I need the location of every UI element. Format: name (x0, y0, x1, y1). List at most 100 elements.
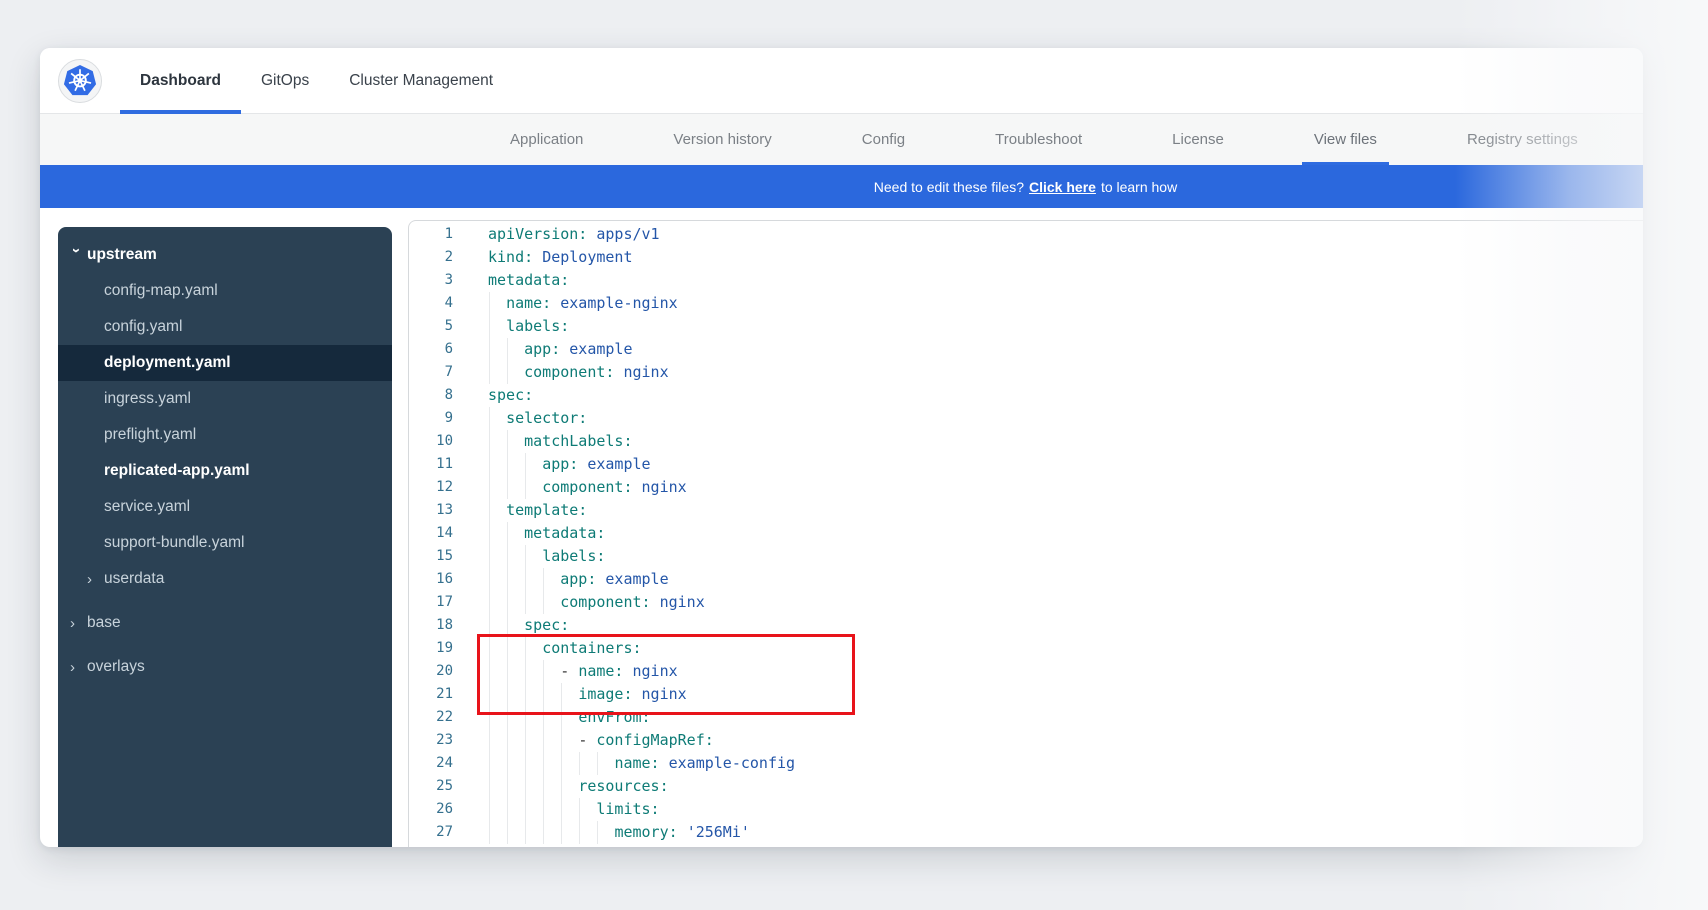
tab-application[interactable]: Application (498, 114, 595, 165)
line-number: 20 (409, 660, 453, 683)
code-line: 12 component: nginx (409, 476, 1643, 499)
tree-file-support-bundle-yaml[interactable]: support-bundle.yaml (58, 525, 392, 561)
code-line: 26 limits: (409, 798, 1643, 821)
tree-file-preflight-yaml[interactable]: preflight.yaml (58, 417, 392, 453)
tree-item-label: support-bundle.yaml (104, 534, 244, 552)
chevron-down-icon: › (68, 248, 85, 265)
indent-guide (525, 453, 526, 476)
tab-registry-settings[interactable]: Registry settings (1455, 114, 1590, 165)
tab-dashboard[interactable]: Dashboard (120, 48, 241, 114)
line-number: 4 (409, 292, 453, 315)
code-line: 6 app: example (409, 338, 1643, 361)
code-text: resources: (488, 775, 669, 798)
indent-guide (579, 821, 580, 844)
indent-guide (489, 798, 490, 821)
tree-item-label: replicated-app.yaml (104, 462, 250, 480)
indent-guide (561, 821, 562, 844)
indent-guide (507, 522, 508, 545)
code-line: 16 app: example (409, 568, 1643, 591)
line-number: 27 (409, 821, 453, 844)
top-navigation: DashboardGitOpsCluster Management (40, 48, 1643, 114)
tree-item-label: upstream (87, 246, 157, 264)
indent-guide (525, 752, 526, 775)
yaml-key: component: (524, 363, 614, 381)
code-line: 24 name: example-config (409, 752, 1643, 775)
indent-guide (525, 798, 526, 821)
line-number: 2 (409, 246, 453, 269)
code-text: memory: '256Mi' (488, 821, 750, 844)
yaml-key: spec: (524, 616, 569, 634)
tab-config[interactable]: Config (850, 114, 917, 165)
indent-guide (579, 752, 580, 775)
line-number: 26 (409, 798, 453, 821)
code-text: kind: Deployment (488, 246, 633, 269)
yaml-value: example-config (669, 754, 795, 772)
indent-guide (507, 545, 508, 568)
yaml-value: apps/v1 (596, 225, 659, 243)
indent-guide (507, 729, 508, 752)
tree-folder-base[interactable]: ›base (58, 605, 392, 641)
yaml-key: labels: (542, 547, 605, 565)
line-number: 21 (409, 683, 453, 706)
tree-folder-upstream[interactable]: ›upstream (58, 237, 392, 273)
tree-file-ingress-yaml[interactable]: ingress.yaml (58, 381, 392, 417)
primary-tabs: DashboardGitOpsCluster Management (120, 48, 513, 114)
line-number: 24 (409, 752, 453, 775)
tree-file-service-yaml[interactable]: service.yaml (58, 489, 392, 525)
banner-text-suffix: to learn how (1101, 179, 1177, 195)
tree-folder-userdata[interactable]: ›userdata (58, 561, 392, 597)
yaml-key: template: (506, 501, 587, 519)
indent-guide (489, 361, 490, 384)
tree-file-config-map-yaml[interactable]: config-map.yaml (58, 273, 392, 309)
tree-file-deployment-yaml[interactable]: deployment.yaml (58, 345, 392, 381)
code-line: 5 labels: (409, 315, 1643, 338)
line-number: 14 (409, 522, 453, 545)
indent-guide (543, 821, 544, 844)
indent-guide (489, 729, 490, 752)
tree-file-replicated-app-yaml[interactable]: replicated-app.yaml (58, 453, 392, 489)
tree-item-label: preflight.yaml (104, 426, 196, 444)
line-number: 18 (409, 614, 453, 637)
tab-troubleshoot[interactable]: Troubleshoot (983, 114, 1094, 165)
yaml-value: nginx (660, 593, 705, 611)
indent-guide (507, 591, 508, 614)
indent-guide (489, 522, 490, 545)
indent-guide (525, 821, 526, 844)
indent-guide (543, 591, 544, 614)
code-text: template: (488, 499, 587, 522)
code-line: 9 selector: (409, 407, 1643, 430)
page: DashboardGitOpsCluster Management Applic… (0, 0, 1708, 910)
yaml-value: nginx (642, 478, 687, 496)
indent-guide (489, 545, 490, 568)
yaml-value: example (605, 570, 668, 588)
tree-item-label: config-map.yaml (104, 282, 218, 300)
indent-guide (543, 775, 544, 798)
tab-cluster-management[interactable]: Cluster Management (329, 48, 513, 114)
chevron-right-icon: › (70, 615, 87, 632)
indent-guide (579, 798, 580, 821)
tree-file-config-yaml[interactable]: config.yaml (58, 309, 392, 345)
line-number: 13 (409, 499, 453, 522)
indent-guide (489, 407, 490, 430)
banner-click-here-link[interactable]: Click here (1029, 179, 1096, 195)
indent-guide (561, 752, 562, 775)
indent-guide (489, 338, 490, 361)
tab-gitops[interactable]: GitOps (241, 48, 329, 114)
indent-guide (507, 798, 508, 821)
indent-guide (561, 729, 562, 752)
indent-guide (489, 292, 490, 315)
line-number: 16 (409, 568, 453, 591)
indent-guide (507, 568, 508, 591)
tree-folder-overlays[interactable]: ›overlays (58, 649, 392, 685)
code-text: metadata: (488, 522, 605, 545)
indent-guide (525, 568, 526, 591)
tree-item-label: overlays (87, 658, 145, 676)
indent-guide (543, 568, 544, 591)
tab-version-history[interactable]: Version history (661, 114, 783, 165)
tab-view-files[interactable]: View files (1302, 114, 1389, 165)
line-number: 17 (409, 591, 453, 614)
tab-license[interactable]: License (1160, 114, 1236, 165)
line-number: 25 (409, 775, 453, 798)
tree-item-label: ingress.yaml (104, 390, 191, 408)
code-text: matchLabels: (488, 430, 633, 453)
